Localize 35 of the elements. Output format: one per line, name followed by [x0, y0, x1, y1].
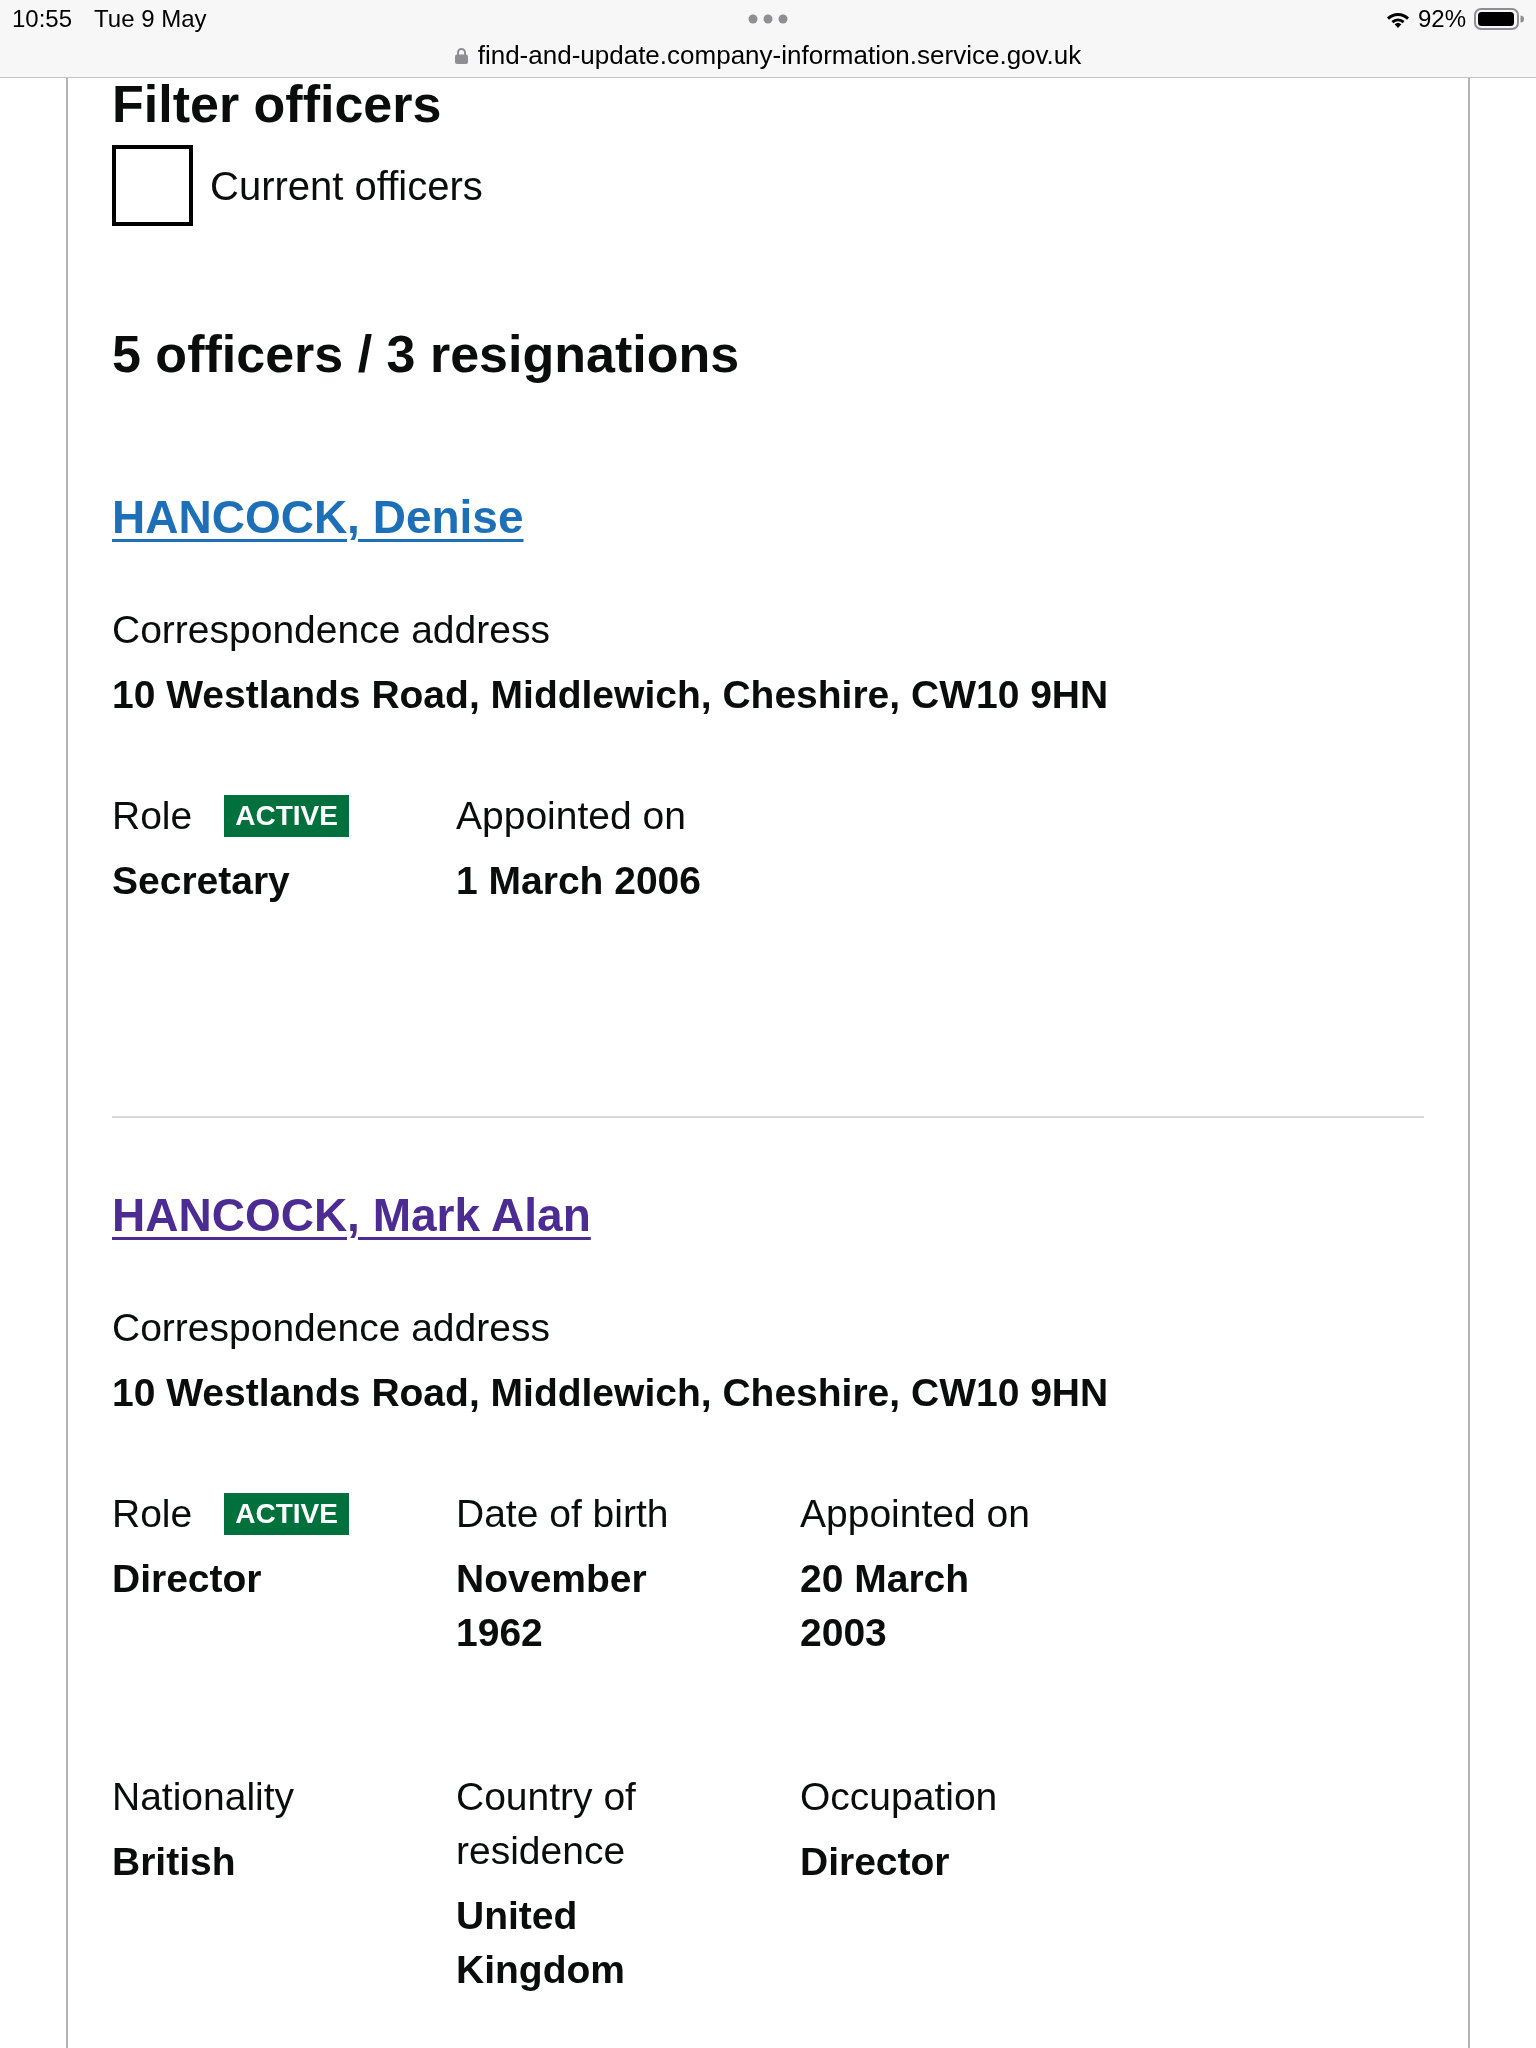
field-label: Appointed on [456, 793, 686, 839]
field-label: Country of residence [456, 1774, 637, 1874]
status-badge: ACTIVE [224, 795, 349, 837]
date-text: Tue 9 May [94, 5, 207, 33]
field-value: 1 March 2006 [456, 858, 702, 904]
field-value: Director [800, 1839, 951, 1885]
field-value: Director [112, 1556, 263, 1602]
field-value: United Kingdom [456, 1893, 626, 1993]
officer-name-link[interactable]: HANCOCK, Mark Alan [112, 1189, 591, 1241]
url-text[interactable]: find-and-update.company-information.service.gov.uk [477, 40, 1082, 70]
field-label: Date of birth [456, 1491, 669, 1537]
field-value: 20 March 2003 [800, 1556, 971, 1656]
officer-name-link[interactable]: HANCOCK, Denise [112, 491, 524, 543]
field-value: Secretary [112, 858, 291, 904]
field-value: British [112, 1839, 237, 1885]
field-label: Role [112, 793, 193, 839]
field-value: 10 Westlands Road, Middlewich, Cheshire, CW10 9HN [112, 672, 1110, 718]
field-value: November 1962 [456, 1556, 648, 1656]
field-label: Correspondence address [112, 1305, 551, 1351]
battery-percentage: 92% [1417, 5, 1466, 33]
ellipsis-icon[interactable] [748, 14, 788, 24]
lock-icon [454, 46, 468, 64]
checkbox-label[interactable]: Current officers [210, 161, 483, 210]
section-heading: Filter officers [112, 78, 443, 130]
field-label: Appointed on [800, 1491, 1030, 1537]
field-value: 10 Westlands Road, Middlewich, Cheshire, CW10 9HN [112, 1370, 1110, 1416]
field-label: Occupation [800, 1774, 998, 1820]
checkbox[interactable] [112, 145, 193, 226]
wifi-icon [1385, 10, 1410, 28]
field-label: Role [112, 1491, 193, 1537]
clock-time: 10:55 [12, 5, 73, 33]
field-label: Correspondence address [112, 607, 551, 653]
status-badge: ACTIVE [224, 1493, 349, 1535]
battery-icon [1474, 8, 1524, 30]
field-label: Nationality [112, 1774, 295, 1820]
